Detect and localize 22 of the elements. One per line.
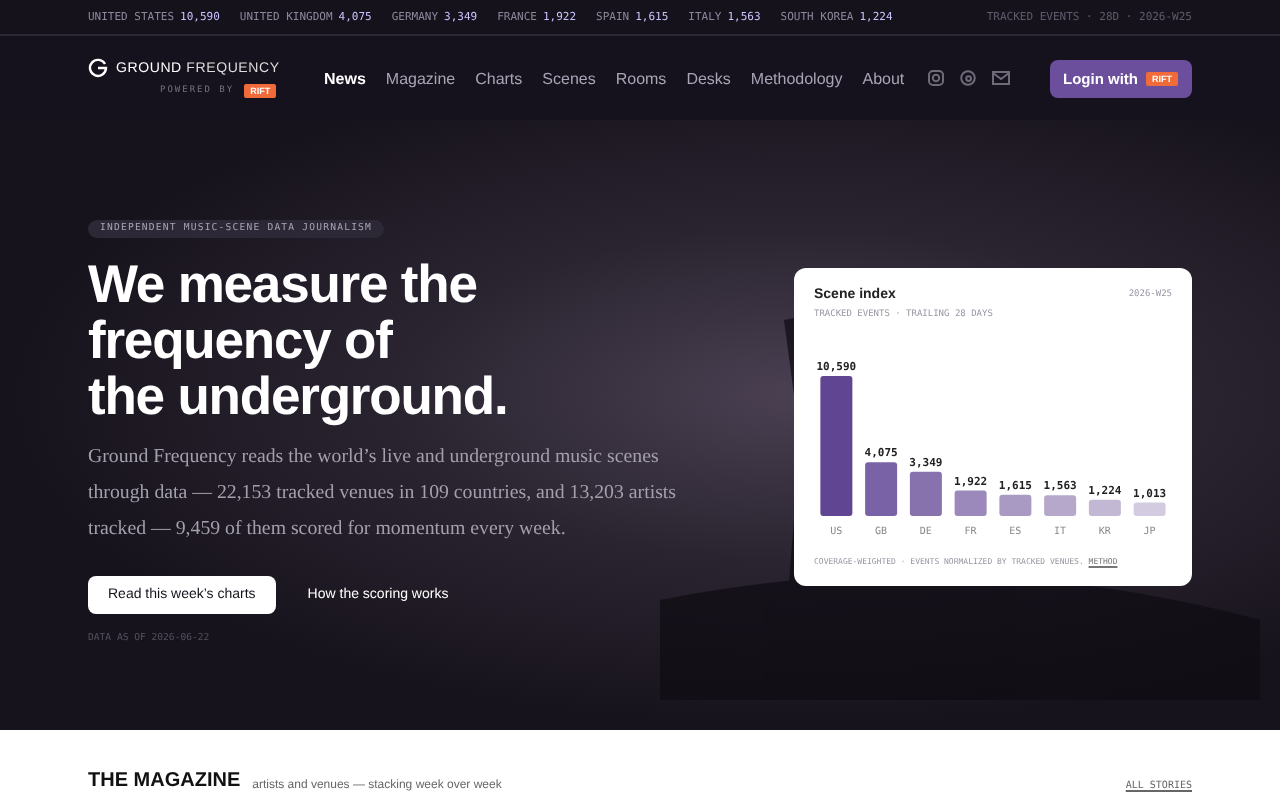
nav-link[interactable]: Magazine xyxy=(385,69,456,87)
nav-link[interactable]: Charts xyxy=(475,69,523,87)
chart-bar xyxy=(1088,499,1121,516)
nav-link[interactable]: About xyxy=(862,69,905,87)
nav-link[interactable]: News xyxy=(324,69,366,87)
chart-bar xyxy=(954,490,987,516)
mail-icon[interactable] xyxy=(992,70,1011,86)
nav-link[interactable]: Methodology xyxy=(750,69,843,87)
chart-bar xyxy=(820,376,853,516)
logo-icon xyxy=(88,58,108,78)
section-title: THE MAGAZINE xyxy=(88,770,241,792)
chart-bar xyxy=(1044,495,1077,516)
chart-bar xyxy=(999,494,1032,516)
instagram-icon[interactable] xyxy=(928,70,945,86)
nav-link[interactable]: Rooms xyxy=(615,69,667,87)
nav-link[interactable]: Desks xyxy=(686,69,731,87)
chart-bar xyxy=(865,462,898,516)
nav-link[interactable]: Scenes xyxy=(542,69,596,87)
hero-headline: We measure the frequency of the underground. xyxy=(88,256,510,424)
hero-description: Ground Frequency reads the world’s live and underground music scenes through data — 22,153 tracked venues in 109 countries, and 13,203 artists tracked — 9,459 of them scored for momentum every week. xyxy=(88,444,678,544)
chart-bar xyxy=(1133,502,1166,516)
chart-bar xyxy=(909,471,942,516)
